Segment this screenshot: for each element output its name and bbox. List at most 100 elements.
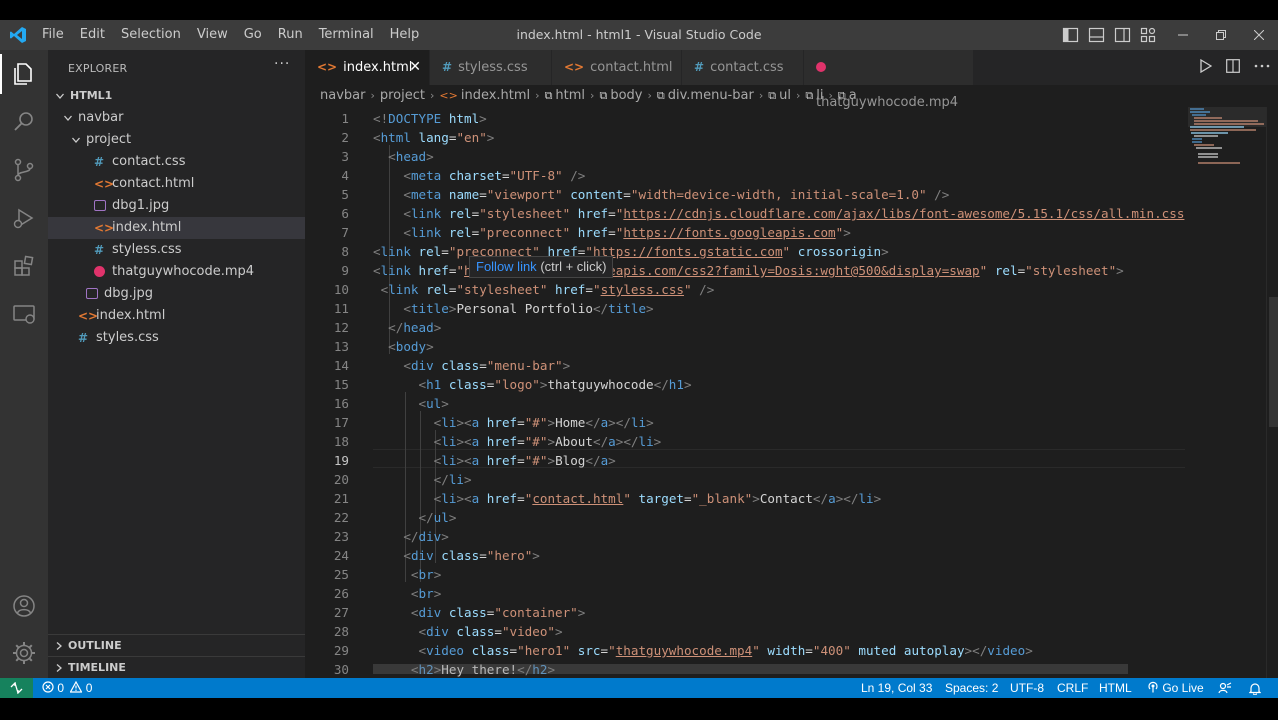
- vertical-scrollbar[interactable]: [1266, 107, 1278, 678]
- scrollbar-thumb[interactable]: [1269, 297, 1278, 427]
- more-actions-icon[interactable]: [1254, 64, 1270, 68]
- file-item[interactable]: <> index.html: [48, 305, 305, 327]
- code-link[interactable]: thatguywhocode.mp4: [616, 643, 752, 658]
- customize-layout-icon[interactable]: [1140, 27, 1157, 43]
- toggle-panel-icon[interactable]: [1088, 27, 1105, 43]
- problems-indicator[interactable]: 0 0: [42, 678, 92, 698]
- folder-item[interactable]: project: [48, 129, 305, 151]
- breadcrumb-item[interactable]: index.html: [461, 85, 530, 107]
- code-line[interactable]: <!DOCTYPE html>: [373, 109, 487, 128]
- tab-contact-html[interactable]: <> contact.html: [552, 50, 682, 85]
- indentation[interactable]: Spaces: 2: [945, 678, 998, 698]
- code-line[interactable]: </head>: [373, 318, 441, 337]
- code-line[interactable]: <link rel="preconnect" href="https://fon…: [373, 223, 850, 242]
- code-line[interactable]: <body>: [373, 337, 434, 356]
- file-item[interactable]: # contact.css: [48, 151, 305, 173]
- menu-selection[interactable]: Selection: [113, 20, 189, 50]
- file-item[interactable]: # styless.css: [48, 239, 305, 261]
- menu-run[interactable]: Run: [270, 20, 311, 50]
- notifications-bell-icon[interactable]: [1249, 682, 1261, 695]
- tab-thatguywhocode-mp4[interactable]: thatguywhocode.mp4: [804, 50, 974, 110]
- menu-edit[interactable]: Edit: [72, 20, 113, 50]
- tab-styless-css[interactable]: # styless.css: [430, 50, 552, 85]
- code-link[interactable]: https://fonts.googleapis.com: [623, 225, 835, 240]
- follow-link[interactable]: Follow link: [476, 259, 537, 274]
- accounts-icon[interactable]: [11, 593, 37, 619]
- code-line[interactable]: <meta charset="UTF-8" />: [373, 166, 585, 185]
- tab-contact-css[interactable]: # contact.css: [682, 50, 804, 85]
- breadcrumb-item[interactable]: div.menu-bar: [668, 85, 754, 107]
- breadcrumb-item[interactable]: navbar: [320, 85, 365, 107]
- timeline-section[interactable]: TIMELINE: [48, 656, 305, 678]
- file-item[interactable]: <> contact.html: [48, 173, 305, 195]
- folder-item[interactable]: navbar: [48, 107, 305, 129]
- file-item[interactable]: dbg.jpg: [48, 283, 305, 305]
- code-line[interactable]: <br>: [373, 584, 441, 603]
- code-line[interactable]: <video class="hero1" src="thatguywhocode…: [373, 641, 1033, 660]
- menu-file[interactable]: File: [34, 20, 72, 50]
- code-line[interactable]: <li><a href="contact.html" target="_blan…: [373, 489, 882, 508]
- search-icon[interactable]: [11, 109, 37, 135]
- manage-gear-icon[interactable]: [11, 640, 37, 666]
- outline-section[interactable]: OUTLINE: [48, 634, 305, 656]
- split-editor-icon[interactable]: [1226, 59, 1240, 73]
- source-control-icon[interactable]: [11, 157, 37, 183]
- close-window-button[interactable]: [1240, 20, 1278, 50]
- code-link[interactable]: contact.html: [532, 491, 623, 506]
- code-link[interactable]: https://fonts.gstatic.com: [593, 244, 783, 259]
- menu-view[interactable]: View: [189, 20, 236, 50]
- code-line[interactable]: <ul>: [373, 394, 449, 413]
- code-line[interactable]: <br>: [373, 565, 441, 584]
- explorer-more-actions[interactable]: ···: [274, 56, 290, 72]
- folder-item[interactable]: HTML1: [48, 85, 305, 107]
- menu-go[interactable]: Go: [236, 20, 270, 50]
- file-item[interactable]: thatguywhocode.mp4: [48, 261, 305, 283]
- code-line[interactable]: <head>: [373, 147, 434, 166]
- extensions-icon[interactable]: [11, 253, 37, 279]
- run-debug-icon[interactable]: [11, 205, 37, 231]
- code-link[interactable]: styless.css: [601, 282, 684, 297]
- code-line[interactable]: </li>: [373, 470, 472, 489]
- go-live-button[interactable]: Go Live: [1147, 678, 1204, 698]
- tab-index-html[interactable]: <> index.html ✕: [305, 50, 430, 85]
- code-line[interactable]: <div class="video">: [373, 622, 563, 641]
- breadcrumb-item[interactable]: html: [555, 85, 585, 107]
- code-line[interactable]: <meta name="viewport" content="width=dev…: [373, 185, 949, 204]
- breadcrumb-item[interactable]: project: [380, 85, 425, 107]
- toggle-secondary-sidebar-icon[interactable]: [1114, 27, 1131, 43]
- code-editor[interactable]: 1 <!DOCTYPE html> 2 <html lang="en"> 3 <head…: [305, 107, 1278, 678]
- breadcrumb-item[interactable]: ul: [779, 85, 791, 107]
- remote-explorer-icon[interactable]: [11, 301, 37, 327]
- minimap[interactable]: [1188, 107, 1268, 167]
- code-line[interactable]: <title>Personal Portfolio</title>: [373, 299, 653, 318]
- minimize-button[interactable]: [1164, 20, 1202, 50]
- breadcrumb-item[interactable]: a: [849, 85, 857, 107]
- language-mode[interactable]: HTML: [1099, 678, 1132, 698]
- run-icon[interactable]: [1200, 59, 1212, 73]
- code-line[interactable]: <link rel="preconnect" href="https://fon…: [373, 242, 889, 261]
- file-item[interactable]: # styles.css: [48, 327, 305, 349]
- code-line[interactable]: <div class="hero">: [373, 546, 540, 565]
- code-line[interactable]: <h1 class="logo">thatguywhocode</h1>: [373, 375, 692, 394]
- code-line[interactable]: </ul>: [373, 508, 457, 527]
- menu-help[interactable]: Help: [382, 20, 428, 50]
- code-link[interactable]: https://cdnjs.cloudflare.com/ajax/libs/f…: [623, 206, 1184, 221]
- breadcrumb-item[interactable]: li: [816, 85, 823, 107]
- code-line[interactable]: <li><a href="#">Home</a></li>: [373, 413, 654, 432]
- code-line[interactable]: </div>: [373, 527, 449, 546]
- code-line[interactable]: <link rel="stylesheet" href="styless.css…: [373, 280, 715, 299]
- horizontal-scrollbar[interactable]: [373, 664, 1128, 674]
- code-line[interactable]: <li><a href="#">Blog</a>: [373, 451, 616, 470]
- encoding[interactable]: UTF-8: [1010, 678, 1044, 698]
- toggle-primary-sidebar-icon[interactable]: [1062, 27, 1079, 43]
- explorer-icon[interactable]: [11, 61, 37, 87]
- file-item[interactable]: <> index.html: [48, 217, 305, 239]
- breadcrumb-item[interactable]: body: [610, 85, 642, 107]
- feedback-icon[interactable]: [1218, 682, 1232, 694]
- cursor-position[interactable]: Ln 19, Col 33: [861, 678, 932, 698]
- code-line[interactable]: <html lang="en">: [373, 128, 494, 147]
- remote-indicator[interactable]: [0, 678, 33, 698]
- code-line[interactable]: <div class="menu-bar">: [373, 356, 570, 375]
- restore-button[interactable]: [1202, 20, 1240, 50]
- file-item[interactable]: dbg1.jpg: [48, 195, 305, 217]
